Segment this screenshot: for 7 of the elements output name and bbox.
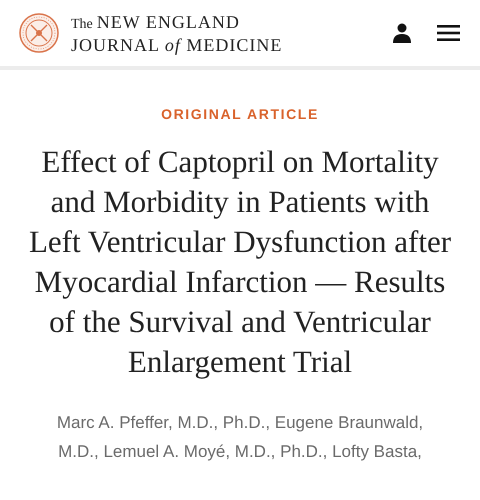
journal-wordmark[interactable]: The NEW ENGLAND JOURNAL of MEDICINE [71, 12, 367, 54]
article-title: Effect of Captopril on Mortality and Morbidity in Patients with Left Ventricular Dysfunction after Myocardial Infarction — Results of the Survival and Ventricular Enlargement Trial [28, 143, 452, 381]
seal-logo-icon [19, 13, 59, 53]
menu-icon[interactable] [437, 25, 460, 41]
article-category: ORIGINAL ARTICLE [161, 106, 319, 122]
user-icon[interactable] [393, 23, 411, 43]
article-authors: Marc A. Pfeffer, M.D., Ph.D., Eugene Braunwald, M.D., Lemuel A. Moyé, M.D., Ph.D., Lofty Basta, [56, 412, 424, 463]
